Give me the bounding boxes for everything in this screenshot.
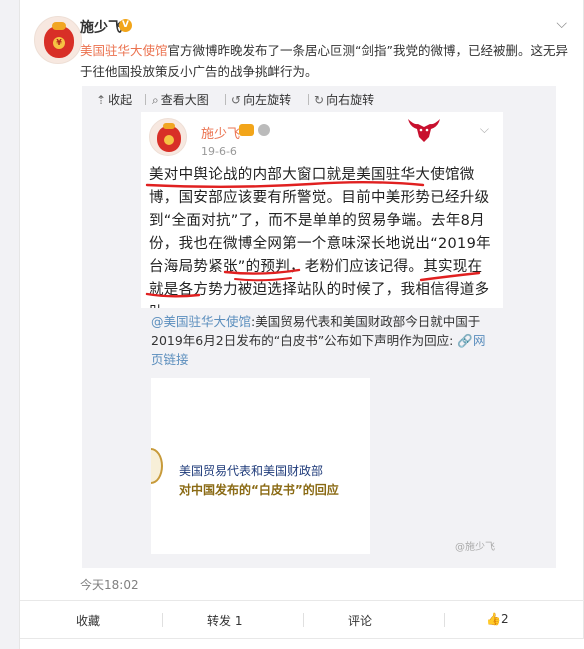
chevron-down-icon[interactable]: ⌵ [556,16,567,32]
quoted-post-text: @美国驻华大使馆:美国贸易代表和美国财政部今日就中国于2019年6月2日发布的“… [151,312,496,369]
thumbs-up-icon: 👍 [486,612,501,626]
comment-button[interactable]: 评论 [348,612,372,629]
card-title-line2: 对中国发布的“白皮书”的回应 [179,483,339,497]
rotate-left-icon: ↺ [231,93,242,107]
embedded-screenshot-image[interactable]: 施少飞 19-6-6 ⌵ 美对中舆论战的内部大窗口就是美国驻华大使馆微博，国安部… [141,112,503,559]
post-text: 美国驻华大使馆官方微博昨晚发布了一条居心叵测“剑指”我党的微博，已经被删。这无异… [80,40,570,82]
author-avatar[interactable]: ¥ [34,16,82,64]
rotate-right-icon: ↻ [314,93,325,107]
card-title-line1: 美国贸易代表和美国财政部 [179,464,324,478]
embedded-quoted-post: @美国驻华大使馆:美国贸易代表和美国财政部今日就中国于2019年6月2日发布的“… [141,308,503,559]
quoted-mention: @美国驻华大使馆 [151,314,252,329]
embedded-post-text: 美对中舆论战的内部大窗口就是美国驻华大使馆微博，国安部应该要有所警觉。目前中美形… [149,167,491,321]
like-button[interactable]: 👍2 [486,612,509,626]
action-divider [303,613,304,627]
weibo-post-card: ¥ 施少飞 V ⌵ 美国驻华大使馆官方微博昨晚发布了一条居心叵测“剑指”我党的微… [19,0,584,649]
action-divider [162,613,163,627]
view-large-button[interactable]: ⌕ 查看大图 [152,91,209,108]
post-timestamp[interactable]: 今天18:02 [80,576,139,593]
favorite-button[interactable]: 收藏 [76,612,100,629]
bull-logo-icon [408,119,440,142]
media-expanded-box: ⇡ 收起 ⌕ 查看大图 ↺ 向左旋转 ↻ 向右旋转 施少飞 19-6-6 ⌵ 美对 [82,86,556,568]
repost-button[interactable]: 转发 1 [207,612,242,629]
rotate-left-button[interactable]: ↺ 向左旋转 [231,91,291,108]
vip-badge-icon [239,124,254,136]
link-icon: 🔗 [457,333,473,348]
rotate-right-button[interactable]: ↻ 向右旋转 [314,91,374,108]
next-card-edge [20,638,584,649]
seal-icon [151,448,163,484]
embedded-avatar [149,118,187,156]
avatar-coin-icon: ¥ [53,37,65,49]
chevron-down-icon: ⌵ [479,122,489,136]
embedded-date: 19-6-6 [201,145,237,158]
action-divider [444,613,445,627]
magnifier-icon: ⌕ [152,93,159,107]
avatar-bag-knot [163,123,175,129]
collapse-button[interactable]: ⇡ 收起 [96,91,132,108]
toolbar-divider [308,94,309,105]
avatar-bag-knot [52,22,66,30]
mention-link[interactable]: 美国驻华大使馆 [80,43,168,58]
level-badge-icon [258,124,270,136]
avatar-coin-icon [164,135,174,145]
quoted-link-card: 美国贸易代表和美国财政部 对中国发布的“白皮书”的回应 [151,378,370,554]
image-toolbar: ⇡ 收起 ⌕ 查看大图 ↺ 向左旋转 ↻ 向右旋转 [82,86,556,112]
verified-badge-icon: V [119,19,132,32]
action-bar: 收藏 转发 1 评论 👍2 [20,600,584,638]
image-watermark: @施少飞 [455,542,495,553]
author-name[interactable]: 施少飞 [80,17,122,37]
collapse-icon: ⇡ [96,93,107,107]
embedded-author-name: 施少飞 [201,127,241,142]
toolbar-divider [225,94,226,105]
toolbar-divider [145,94,146,105]
